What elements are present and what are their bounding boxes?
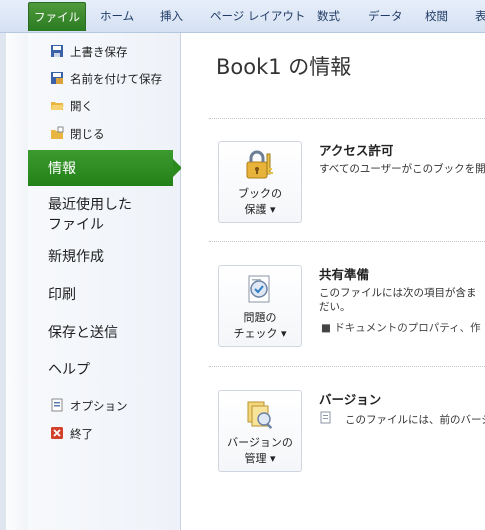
protect-workbook-button[interactable]: ブックの 保護 ▾ [218, 141, 302, 223]
save-icon [51, 45, 63, 57]
nav-label: 上書き保存 [70, 45, 128, 59]
tab-file[interactable]: ファイル [28, 2, 86, 31]
tab-view[interactable]: 表 [475, 0, 485, 32]
button-label: 管理 ▾ [244, 452, 276, 465]
section-description: このファイルには、前のバージ [345, 414, 485, 426]
nav-label: 終了 [70, 427, 93, 441]
tab-formulas[interactable]: 数式 [317, 0, 340, 32]
tab-insert[interactable]: 挿入 [160, 0, 183, 32]
nav-label: 名前を付けて保存 [70, 72, 162, 86]
section-heading-prepare-sharing: 共有準備 [319, 267, 370, 282]
document-icon [320, 411, 331, 424]
open-folder-icon [51, 102, 64, 110]
section-heading-versions: バージョン [319, 392, 382, 407]
nav-item-open[interactable]: 開く [28, 97, 180, 115]
nav-item-exit[interactable]: 終了 [28, 425, 180, 443]
options-icon [51, 398, 63, 412]
nav-item-new[interactable]: 新規作成 [48, 247, 104, 267]
nav-item-save-as[interactable]: 名前を付けて保存 [28, 70, 180, 88]
nav-label: 情報 [48, 161, 76, 177]
tab-home[interactable]: ホーム [100, 0, 134, 32]
nav-item-recent[interactable]: 最近使用した ファイル [48, 195, 132, 235]
inspect-document-icon [248, 275, 270, 303]
versions-icon [247, 401, 273, 430]
section-description: だい。 [319, 301, 351, 313]
info-pane: Book1 の情報 ブックの 保護 ▾ アクセス許可 すべてのユーザーがこのブッ… [181, 33, 485, 530]
nav-item-save-send[interactable]: 保存と送信 [48, 323, 118, 343]
tab-page-layout[interactable]: ページ レイアウト [210, 0, 305, 32]
save-as-icon [51, 72, 63, 84]
button-label: チェック ▾ [233, 327, 287, 340]
divider [209, 118, 485, 119]
button-label: 保護 ▾ [244, 203, 276, 216]
section-heading-permissions: アクセス許可 [319, 143, 394, 158]
nav-item-help[interactable]: ヘルプ [48, 360, 90, 380]
nav-label: 閉じる [70, 127, 105, 141]
manage-versions-button[interactable]: バージョンの 管理 ▾ [218, 390, 302, 472]
nav-item-close[interactable]: 閉じる [28, 125, 180, 143]
section-description: このファイルには次の項目が含ま [319, 287, 477, 299]
nav-label: 開く [70, 99, 93, 113]
nav-item-info-selected[interactable]: 情報 [28, 150, 182, 186]
check-for-issues-button[interactable]: 問題の チェック ▾ [218, 265, 302, 347]
exit-icon [51, 427, 63, 439]
page-title: Book1 の情報 [216, 55, 352, 79]
nav-item-save[interactable]: 上書き保存 [28, 43, 180, 61]
divider [209, 366, 485, 367]
nav-label: 最近使用した [48, 197, 132, 213]
nav-label: オプション [70, 399, 128, 413]
backstage-nav: 上書き保存 名前を付けて保存 開く 閉じる 最近使用した ファイル 新規作成 印… [28, 33, 181, 530]
divider [209, 241, 485, 242]
button-label: バージョンの [227, 436, 293, 449]
nav-label: ファイル [48, 217, 104, 233]
ribbon-bar: ファイル ホーム 挿入 ページ レイアウト 数式 データ 校閲 表 [0, 0, 485, 33]
button-label: 問題の [243, 311, 277, 324]
lock-key-icon [246, 150, 273, 179]
section-description: すべてのユーザーがこのブックを開 [319, 163, 485, 175]
button-label: ブックの [238, 187, 282, 200]
nav-item-print[interactable]: 印刷 [48, 285, 76, 305]
nav-item-options[interactable]: オプション [28, 397, 180, 415]
section-bullet: ■ ドキュメントのプロパティ、作 [321, 322, 481, 334]
tab-data[interactable]: データ [368, 0, 403, 32]
tab-review[interactable]: 校閲 [425, 0, 448, 32]
close-folder-icon [51, 126, 64, 139]
window-shadow [0, 33, 6, 530]
